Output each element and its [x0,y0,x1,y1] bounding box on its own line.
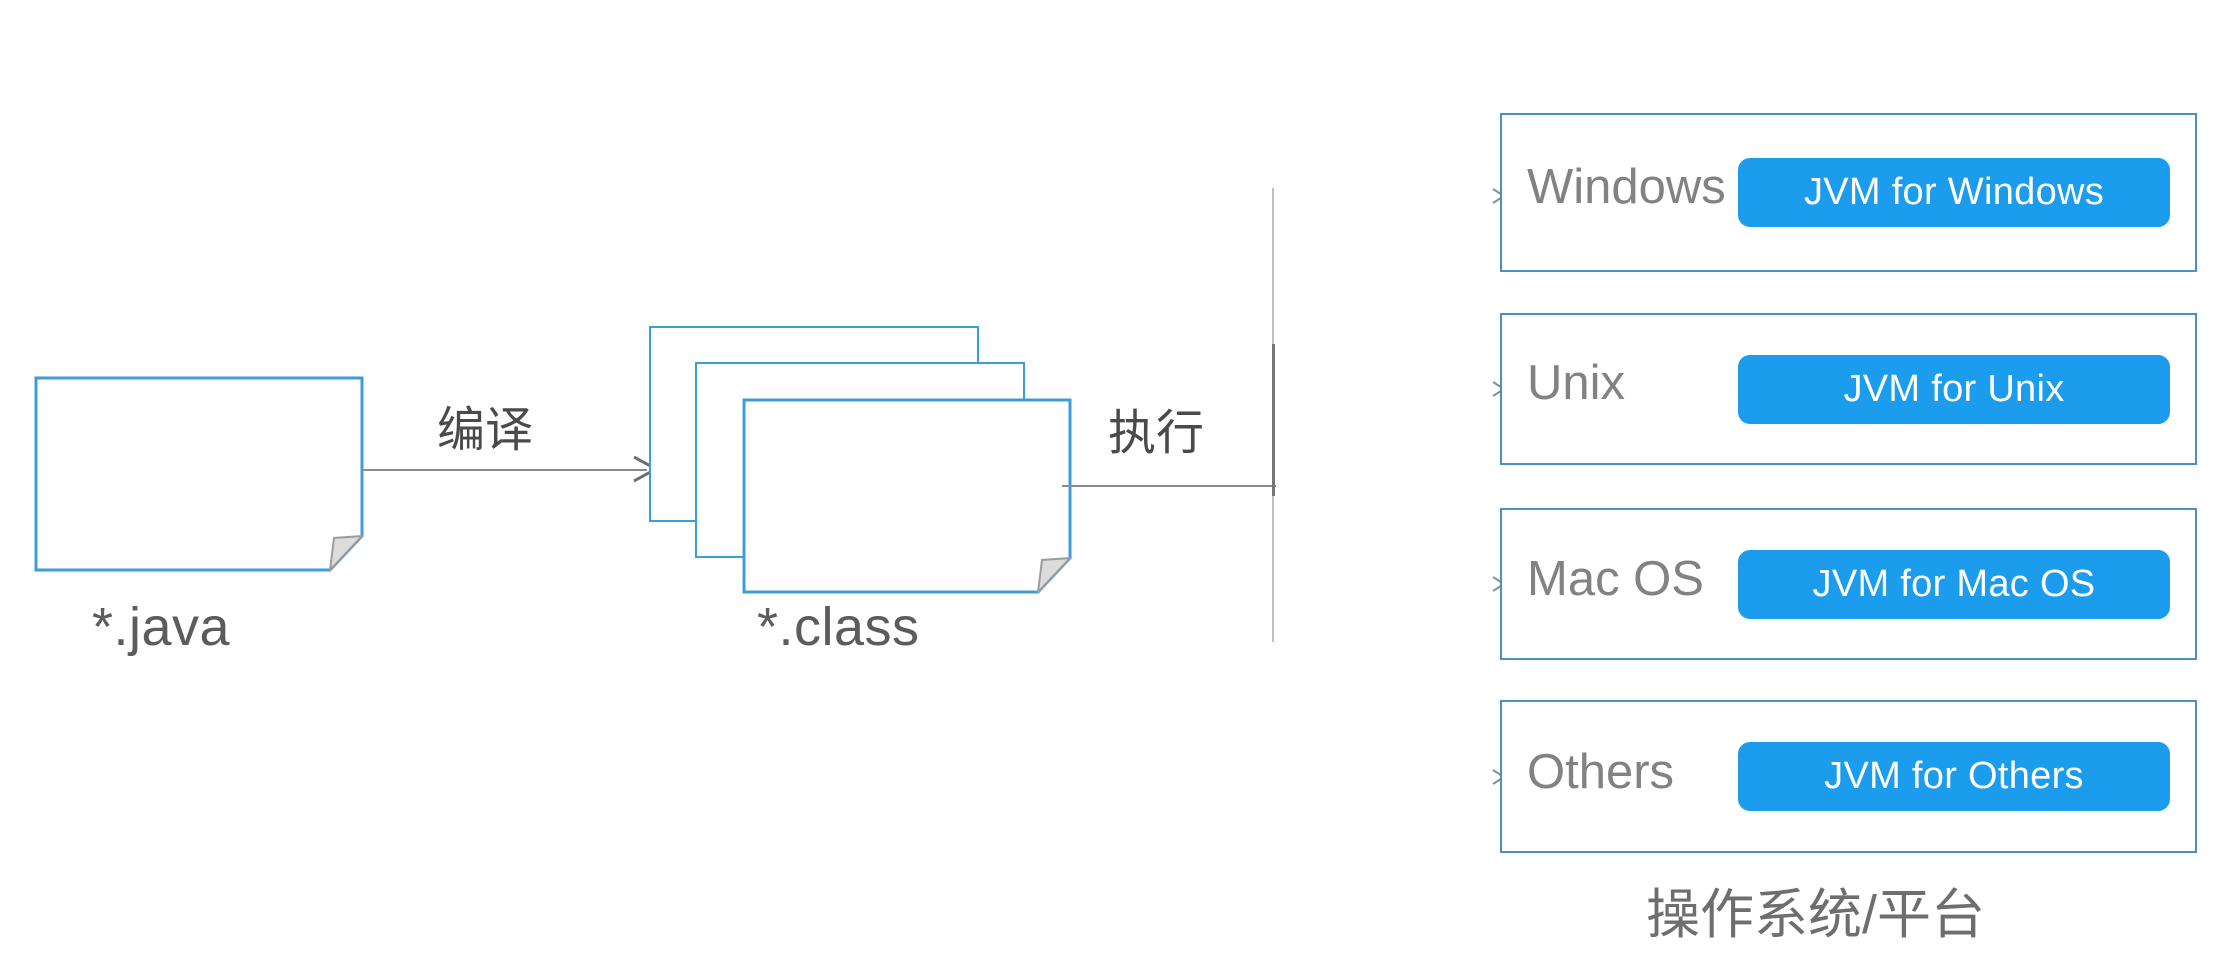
jvm-button-unix[interactable]: JVM for Unix [1738,354,2170,424]
class-file-label: *.class [757,597,920,657]
jvm-button-macos[interactable]: JVM for Mac OS [1738,549,2170,619]
class-document-front-shape [742,398,1072,594]
jvm-button-others[interactable]: JVM for Others [1738,742,2170,811]
jvm-button-windows[interactable]: JVM for Windows [1738,158,2170,227]
execute-edge-label: 执行 [1108,407,1205,460]
java-file-label: *.java [92,597,231,657]
java-source-document-shape [34,376,364,572]
os-label-others: Others [1527,745,1675,799]
compile-edge-label: 编译 [437,404,534,457]
platform-bus-line-bottom [1272,496,1274,642]
platform-caption: 操作系统/平台 [1646,885,1986,945]
execute-connector-line [1062,485,1276,487]
compile-connector-line [362,469,647,471]
platform-bus-line-middle [1272,344,1275,496]
os-label-windows: Windows [1527,160,1726,214]
os-label-macos: Mac OS [1527,552,1704,606]
platform-bus-line-top [1272,188,1274,344]
os-label-unix: Unix [1527,356,1626,410]
diagram-canvas: *.java 编译 *.class 执行 Windows JVM for Win… [0,0,2238,976]
